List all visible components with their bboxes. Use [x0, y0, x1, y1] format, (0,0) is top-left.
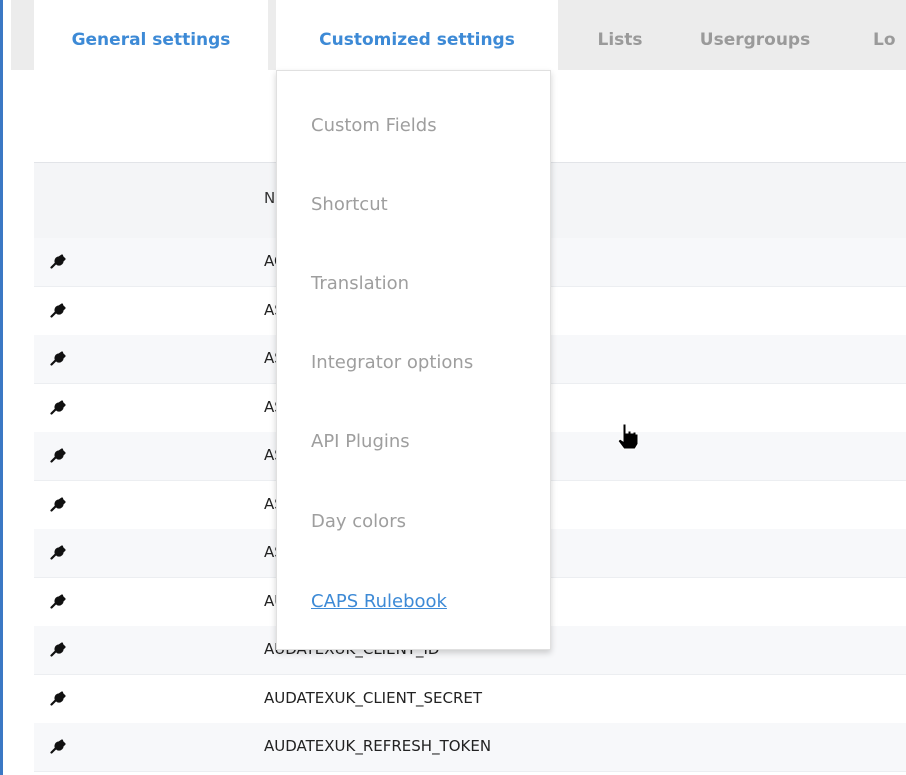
setting-name: AUDATEXUK_REFRESH_TOKEN: [264, 737, 492, 755]
table-row[interactable]: AUDATEXUK_CLIENT_SECRET: [34, 675, 906, 724]
wrench-icon[interactable]: [50, 544, 66, 560]
menu-item-day-colors[interactable]: Day colors: [311, 511, 406, 532]
tab-usergroups[interactable]: Usergroups: [687, 0, 823, 70]
tab-lo[interactable]: Lo: [873, 0, 906, 70]
hand-cursor-icon: [617, 423, 639, 450]
table-row[interactable]: AUDATEXUK_REFRESH_TOKEN: [34, 723, 906, 772]
wrench-icon[interactable]: [50, 641, 66, 657]
menu-item-custom-fields[interactable]: Custom Fields: [311, 115, 437, 136]
tab-general-settings[interactable]: General settings: [34, 0, 268, 70]
settings-tab-bar: General settings Customized settings Lis…: [11, 0, 906, 70]
wrench-icon[interactable]: [50, 593, 66, 609]
wrench-icon[interactable]: [50, 302, 66, 318]
setting-name: AUDATEXUK_CLIENT_SECRET: [264, 688, 483, 707]
customized-settings-dropdown: Custom Fields Shortcut Translation Integ…: [276, 70, 551, 650]
menu-item-translation[interactable]: Translation: [311, 273, 409, 294]
window-edge: [0, 0, 3, 775]
menu-item-caps-rulebook[interactable]: CAPS Rulebook: [311, 591, 447, 612]
menu-item-integrator-options[interactable]: Integrator options: [311, 352, 473, 373]
wrench-icon[interactable]: [50, 253, 66, 269]
wrench-icon[interactable]: [50, 447, 66, 463]
wrench-icon[interactable]: [50, 496, 66, 512]
menu-item-api-plugins[interactable]: API Plugins: [311, 431, 410, 452]
wrench-icon[interactable]: [50, 350, 66, 366]
menu-item-shortcut[interactable]: Shortcut: [311, 194, 388, 215]
tab-lists[interactable]: Lists: [575, 0, 665, 70]
wrench-icon[interactable]: [50, 399, 66, 415]
wrench-icon[interactable]: [50, 738, 66, 754]
wrench-icon[interactable]: [50, 690, 66, 706]
tab-customized-settings[interactable]: Customized settings: [276, 0, 558, 70]
